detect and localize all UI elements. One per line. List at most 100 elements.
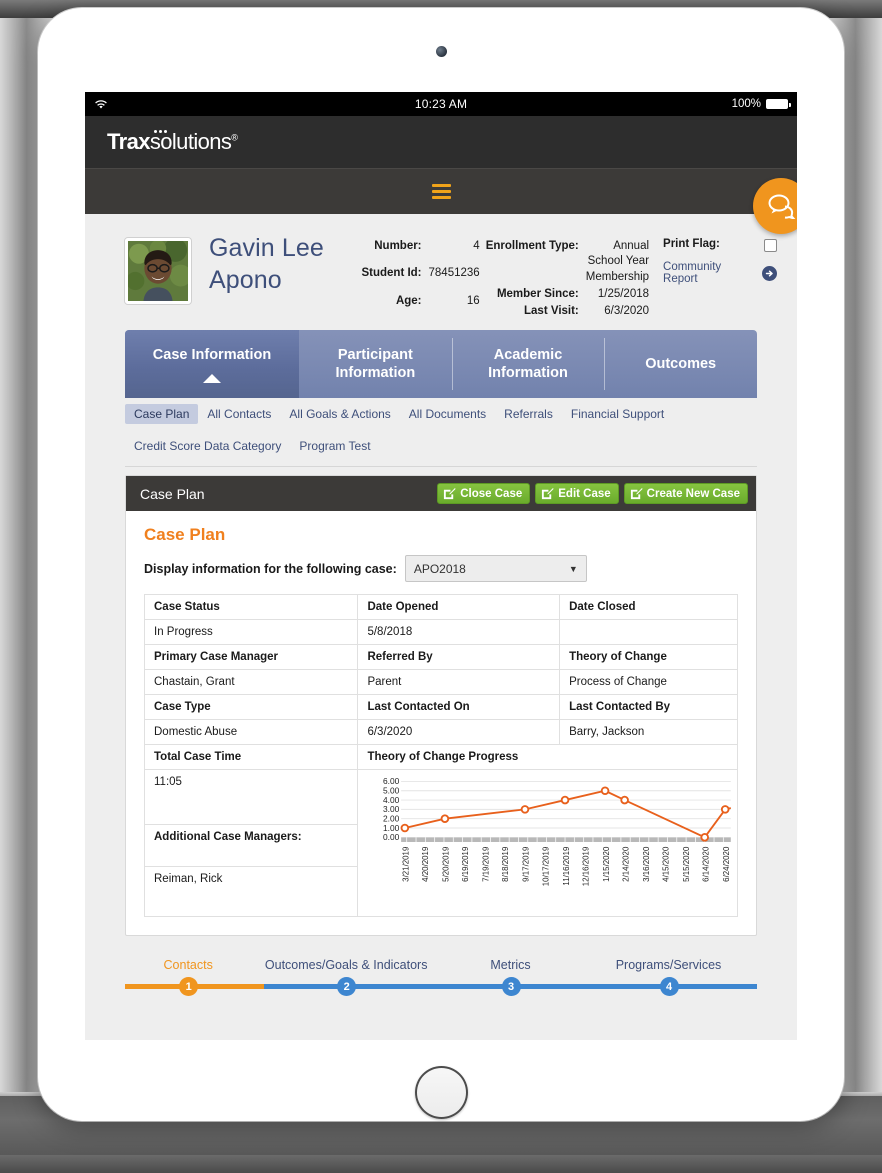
home-button[interactable] [415,1066,468,1119]
chart-title-cell: Theory of Change Progress [357,744,738,771]
hamburger-menu-icon[interactable] [431,184,451,199]
tab-label: Case Information [152,347,272,364]
button-label: Create New Case [646,487,740,500]
tab-case-information[interactable]: Case Information [125,330,299,399]
svg-text:7/19/2019: 7/19/2019 [482,846,491,882]
svg-text:9/17/2019: 9/17/2019 [522,846,531,882]
battery-icon [766,99,791,109]
svg-text:11/16/2019: 11/16/2019 [562,846,571,886]
tab-label: Outcomes [645,356,717,373]
brand-bar: Traxsolutions® [85,116,797,168]
tablet-screen: 10:23 AM 100% Traxsolutions® Gavin Lee A… [85,92,797,1040]
table-header-cell: Total Case Time [143,744,359,771]
case-select[interactable]: APO2018 ▼ [404,555,587,583]
step-dot-1[interactable]: 1 [179,977,199,997]
edit-pencil-icon [444,488,456,500]
participant-header: Gavin Lee Apono Number: 4 Student Id: 78… [85,214,797,331]
svg-text:5/15/2020: 5/15/2020 [682,846,691,882]
print-flag-checkbox[interactable] [764,239,777,252]
workflow-steps: Contacts Outcomes/Goals & Indicators Met… [85,936,797,997]
create-new-case-button[interactable]: Create New Case [623,483,748,505]
step-label-outcomes-goals-indicators[interactable]: Outcomes/Goals & Indicators [251,958,441,972]
print-flag-label: Print Flag: [663,238,720,250]
table-header-cell: Primary Case Manager [143,644,359,671]
field-value: 78451236 [428,267,480,280]
button-label: Close Case [460,487,523,500]
button-label: Edit Case [558,487,611,500]
field-label: Student Id: [361,267,422,280]
subtab-all-contacts[interactable]: All Contacts [198,404,280,424]
subtab-referrals[interactable]: Referrals [495,404,562,424]
svg-text:0.00: 0.00 [383,833,400,843]
subtab-credit-score-data-category[interactable]: Credit Score Data Category [125,436,290,456]
subtab-all-documents[interactable]: All Documents [400,404,495,424]
field-label: Member Since: [496,287,579,300]
svg-text:6/14/2020: 6/14/2020 [702,846,711,882]
field-value: Annual School Year Membership [585,240,650,283]
section-title: Case Plan [144,525,226,545]
svg-text:3/21/2019: 3/21/2019 [402,846,411,882]
case-details-table: Case Status Date Opened Date Closed In P… [143,594,738,918]
tablet-device: 10:23 AM 100% Traxsolutions® Gavin Lee A… [38,8,844,1121]
tab-outcomes[interactable]: Outcomes [604,330,757,398]
participant-meta: Number: 4 Student Id: 78451236 Age: 16 E… [361,238,649,320]
step-track: 1 2 3 4 [125,975,757,997]
step-label-contacts[interactable]: Contacts [125,958,251,972]
svg-text:6/19/2019: 6/19/2019 [462,846,471,882]
chart-data-markers [401,786,730,843]
step-label-programs-services[interactable]: Programs/Services [580,958,757,972]
svg-text:3/16/2020: 3/16/2020 [642,846,651,882]
sub-tab-bar: Case Plan All Contacts All Goals & Actio… [125,398,757,461]
wifi-icon [95,99,107,109]
table-cell: Domestic Abuse [143,719,359,746]
tab-academic-information[interactable]: Academic Information [451,330,605,398]
table-header-cell: Date Closed [559,594,738,621]
community-report-link[interactable]: Community Report [663,261,757,285]
step-labels: Contacts Outcomes/Goals & Indicators Met… [125,958,757,972]
svg-text:5/20/2019: 5/20/2019 [442,846,451,882]
field-value: 6/3/2020 [604,305,650,318]
table-cell: 6/3/2020 [357,719,561,746]
logo-dots-icon [154,130,167,133]
step-label-metrics[interactable]: Metrics [441,958,580,972]
tab-participant-information[interactable]: Participant Information [299,330,452,398]
status-bar-right: 100% [732,98,791,110]
chart-gridlines [401,781,732,829]
chart-x-axis-band [401,837,732,843]
status-bar-time: 10:23 AM [414,97,468,111]
subtab-all-goals-actions[interactable]: All Goals & Actions [280,404,399,424]
status-bar: 10:23 AM 100% [85,92,797,116]
table-row: Case Status Date Opened Date Closed [143,594,738,621]
subtab-case-plan[interactable]: Case Plan [125,404,199,425]
field-label: Last Visit: [524,305,579,318]
card-action-buttons: Close Case Edit Case Create New Case [437,483,748,505]
table-row: Primary Case Manager Referred By Theory … [143,644,738,671]
svg-text:12/16/2019: 12/16/2019 [582,846,591,886]
trax-solutions-logo[interactable]: Traxsolutions® [107,129,238,155]
case-select-label: Display information for the following ca… [144,561,397,576]
chart-y-ticks: 6.00 5.00 4.00 3.00 2.00 1.00 0.00 [383,777,400,843]
edit-case-button[interactable]: Edit Case [535,483,619,505]
subtab-financial-support[interactable]: Financial Support [562,404,673,424]
table-cell [559,619,738,646]
subtab-program-test[interactable]: Program Test [290,436,379,456]
table-header-cell: Last Contacted On [357,694,561,721]
table-cell: 5/8/2018 [357,619,561,646]
card-title: Case Plan [140,485,205,502]
case-select-value: APO2018 [413,561,466,576]
step-dot-3[interactable]: 3 [501,977,521,997]
table-header-cell: Last Contacted By [559,694,738,721]
chart-x-ticks: 3/21/2019 4/20/2019 5/20/2019 6/19/2019 … [402,846,731,886]
field-value: 1/25/2018 [597,287,650,300]
participant-meta-col2: Enrollment Type: Annual School Year Memb… [486,238,649,320]
table-header-cell: Case Status [143,594,359,621]
step-dot-4[interactable]: 4 [659,977,679,997]
step-dot-2[interactable]: 2 [337,977,357,997]
chart-cell: 6.00 5.00 4.00 3.00 2.00 1.00 0.00 3/21/… [357,769,738,918]
field-label: Enrollment Type: [485,240,579,252]
arrow-right-icon[interactable] [762,265,777,281]
table-cell: Process of Change [559,669,738,696]
main-tab-bar: Case Information Participant Information… [85,330,797,468]
table-cell: In Progress [143,619,359,646]
close-case-button[interactable]: Close Case [437,483,531,505]
